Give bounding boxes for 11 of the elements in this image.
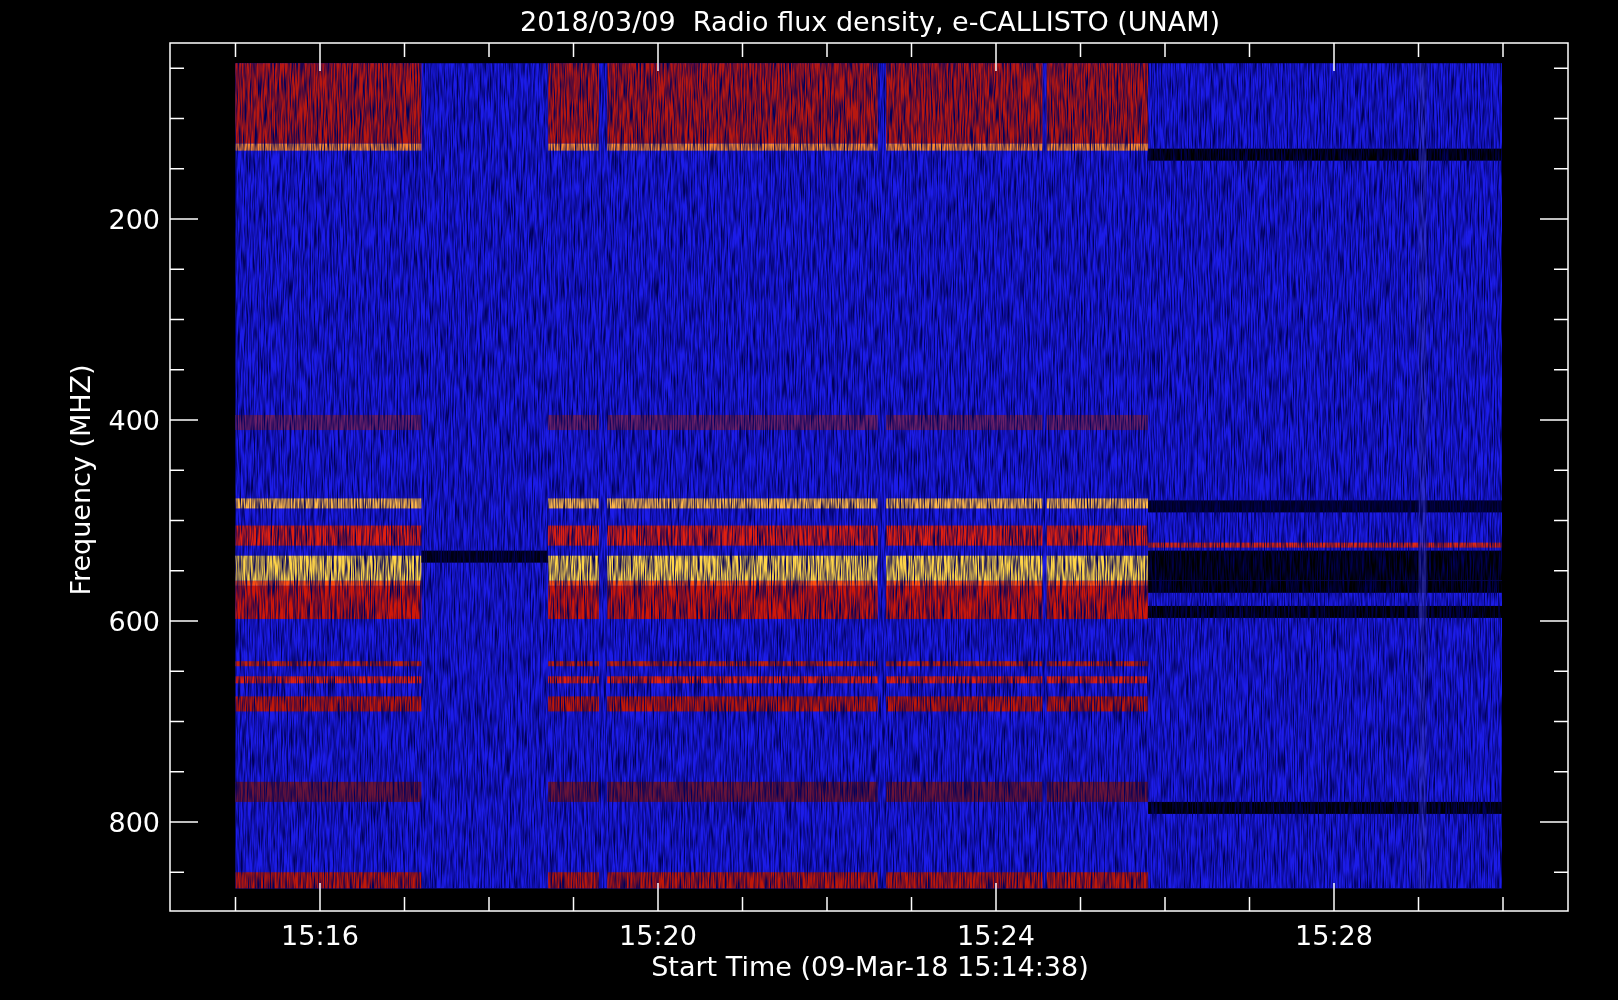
x-tick-label: 15:16 xyxy=(281,920,359,951)
y-tick-label: 400 xyxy=(108,405,160,436)
y-tick-label: 200 xyxy=(108,204,160,235)
chart-title: 2018/03/09 Radio flux density, e-CALLISTO (UNAM) xyxy=(519,6,1221,37)
y-axis-label: Frequency (MHZ) xyxy=(65,364,96,596)
y-tick-label: 600 xyxy=(108,606,160,637)
x-tick-label: 15:20 xyxy=(619,920,697,951)
x-tick-label: 15:28 xyxy=(1295,920,1373,951)
y-tick-label: 800 xyxy=(108,807,160,838)
x-axis-label: Start Time (09-Mar-18 15:14:38) xyxy=(651,951,1089,982)
x-tick-label: 15:24 xyxy=(957,920,1035,951)
